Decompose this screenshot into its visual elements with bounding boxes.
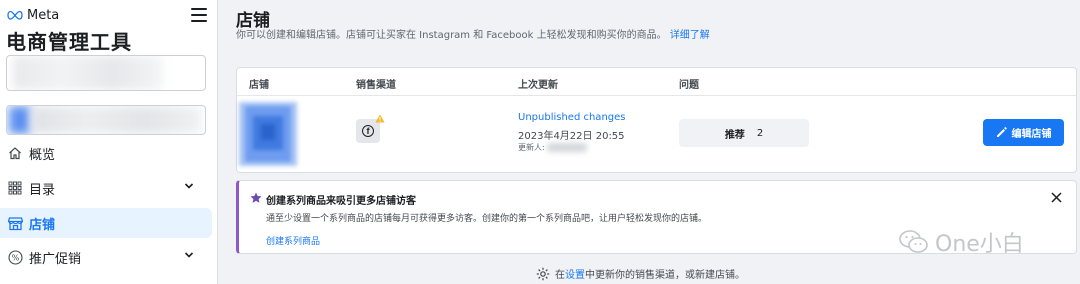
table-header: 店铺 销售渠道 上次更新 问题 (237, 68, 1076, 96)
storefront-icon (7, 215, 23, 231)
sidebar-item-overview[interactable]: 概览 (0, 138, 212, 168)
meta-logo[interactable]: Meta (6, 8, 59, 23)
meta-infinity-icon (7, 10, 23, 20)
edit-shop-button[interactable]: 编辑店铺 (983, 119, 1064, 146)
recommendation-badge[interactable]: 推荐 2 (679, 119, 809, 147)
footer-prefix: 在 (555, 270, 565, 281)
issue-count: 2 (756, 127, 764, 139)
catalog-account-selector[interactable] (6, 105, 206, 135)
sidebar-item-label: 概览 (29, 147, 56, 163)
sidebar-item-label: 店铺 (29, 217, 56, 233)
sidebar-item-label: 推广促销 (29, 251, 82, 267)
chevron-down-icon (184, 252, 194, 258)
watermark-text: One小白 (935, 232, 1024, 257)
settings-link[interactable]: 设置 (565, 270, 585, 281)
sidebar-item-label: 目录 (29, 182, 56, 198)
store-thumbnail[interactable] (239, 102, 297, 166)
footer-suffix: 中更新你的销售渠道，或新建店铺。 (585, 270, 745, 281)
sidebar-item-promotions[interactable]: % 推广促销 (0, 242, 212, 272)
sidebar: Meta 电商管理工具 概览 目录 店铺 % 推广促销 (0, 0, 218, 284)
star-icon (250, 192, 262, 203)
column-header-channel: 销售渠道 (356, 80, 396, 91)
notice-title: 创建系列商品来吸引更多店铺访客 (266, 196, 416, 207)
business-account-selector[interactable] (6, 55, 206, 91)
description-text: 你可以创建和编辑店铺。店铺可让买家在 Instagram 和 Facebook … (236, 30, 667, 41)
pencil-icon (996, 127, 1007, 137)
column-header-store: 店铺 (249, 80, 269, 91)
sidebar-item-shops[interactable]: 店铺 (0, 208, 212, 238)
column-header-issues: 问题 (679, 80, 699, 91)
home-icon (7, 145, 23, 161)
edit-shop-label: 编辑店铺 (1011, 129, 1052, 140)
watermark: One小白 (899, 226, 1024, 258)
page-description: 你可以创建和编辑店铺。店铺可让买家在 Instagram 和 Facebook … (236, 26, 710, 41)
updated-by: 更新人: (518, 142, 587, 153)
chevron-down-icon (184, 183, 194, 189)
sidebar-item-catalog[interactable]: 目录 (0, 173, 212, 203)
footer-hint: 在设置中更新你的销售渠道，或新建店铺。 (536, 266, 745, 281)
stores-table: 店铺 销售渠道 上次更新 问题 f Unpublished changes 20… (236, 67, 1077, 173)
svg-text:%: % (11, 253, 19, 262)
last-update-date: 2023年4月22日 20:55 (518, 131, 625, 142)
close-icon[interactable] (1051, 192, 1062, 203)
issue-label: 推荐 (724, 129, 745, 141)
settings-gear-icon (536, 267, 550, 280)
wechat-icon (899, 230, 928, 253)
learn-more-link[interactable]: 详细了解 (670, 30, 710, 41)
column-header-last-update: 上次更新 (518, 80, 558, 91)
updated-by-label: 更新人: (518, 143, 545, 152)
brand-name: Meta (27, 7, 60, 23)
warning-icon (375, 114, 385, 123)
brand-row: Meta (6, 6, 207, 24)
updated-by-name-redacted (546, 143, 587, 152)
menu-icon[interactable] (191, 8, 207, 22)
unpublished-changes-link[interactable]: Unpublished changes (518, 112, 626, 123)
percent-icon: % (7, 249, 23, 265)
grid-icon (7, 180, 23, 196)
app-title: 电商管理工具 (6, 30, 132, 54)
notice-body: 通至少设置一个系列商品的店铺每月可获得更多访客。创建你的第一个系列商品吧，让用户… (266, 214, 708, 224)
create-collection-link[interactable]: 创建系列商品 (266, 234, 320, 247)
